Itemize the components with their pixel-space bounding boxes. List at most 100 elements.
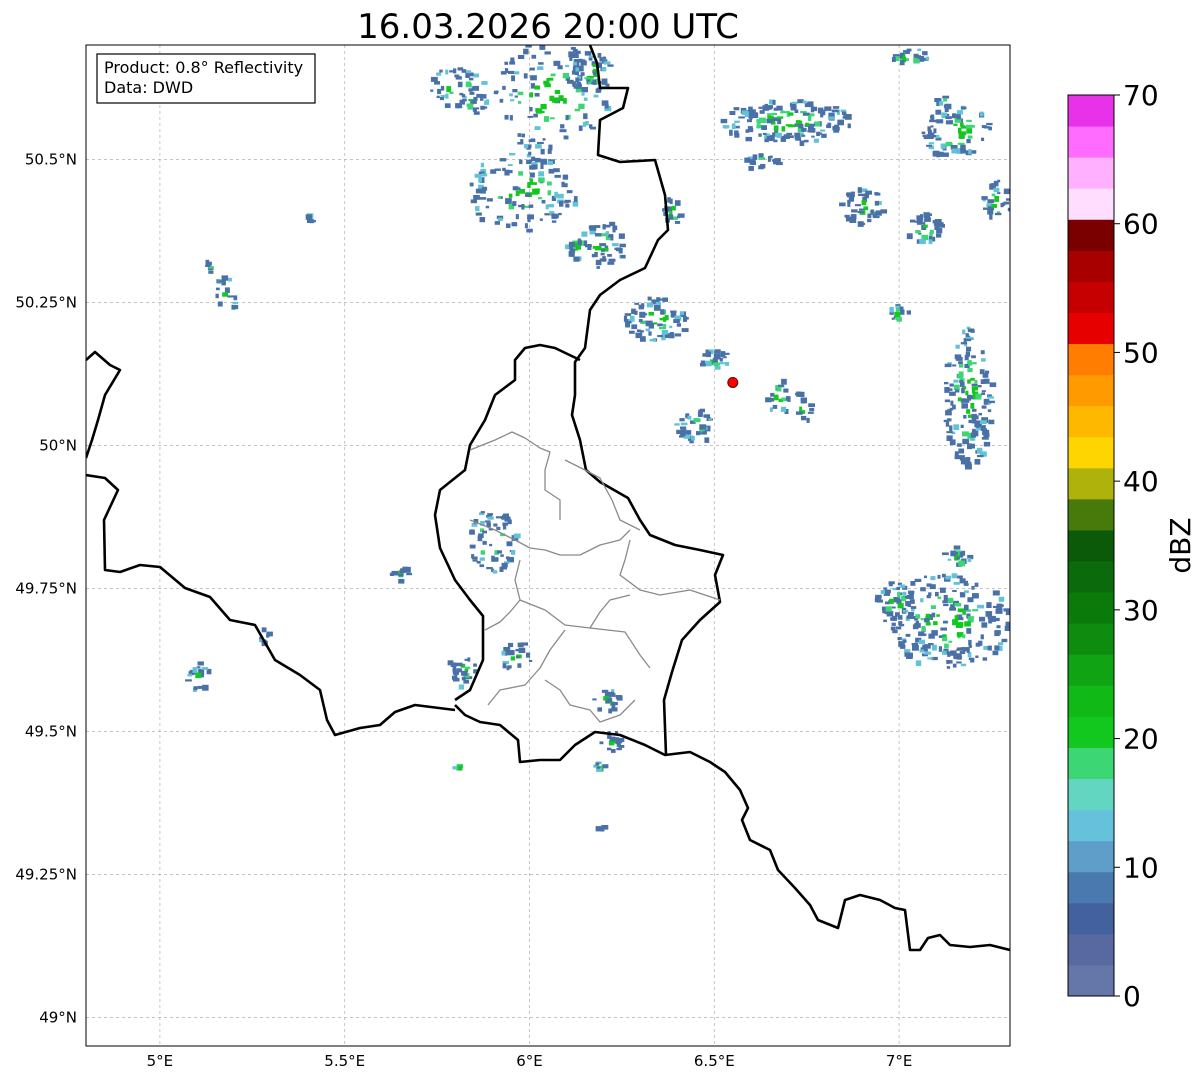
echo-cell: [1001, 638, 1008, 643]
echo-cell: [674, 221, 681, 224]
echo-cell: [978, 385, 982, 388]
echo-cell: [972, 593, 979, 599]
echo-cell: [553, 168, 560, 173]
echo-cell: [806, 417, 810, 423]
echo-cell: [634, 302, 639, 305]
echo-cell: [850, 191, 855, 198]
echo-cell: [499, 158, 507, 162]
echo-cell: [964, 621, 971, 627]
echo-cell: [785, 124, 793, 127]
echo-cell: [929, 231, 933, 236]
echo-cell: [459, 99, 465, 105]
echo-cell: [568, 241, 575, 247]
echo-cell: [991, 193, 996, 197]
echo-cell: [759, 110, 765, 114]
echo-cell: [475, 212, 482, 216]
echo-cell: [466, 70, 472, 74]
echo-cell: [508, 70, 515, 74]
echo-cell: [883, 619, 887, 622]
colorbar-label: dBZ: [1164, 517, 1197, 573]
radar-site-marker[interactable]: [727, 376, 739, 388]
echo-cell: [935, 222, 943, 228]
echo-cell: [897, 603, 904, 609]
echo-cell: [842, 116, 848, 119]
echo-cell: [940, 143, 946, 149]
echo-cell: [261, 627, 267, 633]
lat-tick-label: 49.75°N: [15, 579, 77, 597]
echo-cell: [988, 400, 995, 404]
echo-cell: [515, 190, 520, 196]
echo-cell: [640, 313, 648, 316]
echo-cell: [603, 61, 611, 65]
echo-cell: [802, 100, 807, 104]
echo-cell: [700, 363, 706, 367]
echo-cell: [979, 616, 986, 622]
echo-cell: [224, 287, 230, 293]
echo-cell: [767, 115, 774, 119]
echo-cell: [720, 118, 728, 124]
echo-cell: [980, 420, 987, 424]
echo-cell: [480, 98, 484, 101]
echo-cell: [581, 231, 588, 237]
echo-cell: [485, 205, 490, 209]
echo-cell: [584, 77, 590, 80]
echo-cell: [671, 205, 676, 211]
echo-cell: [944, 363, 952, 368]
echo-cell: [963, 590, 969, 593]
echo-cell: [783, 388, 789, 393]
echo-cell: [948, 640, 953, 643]
echo-cell: [648, 331, 652, 336]
echo-cell: [910, 219, 916, 223]
echo-cell: [989, 213, 993, 220]
echo-cell: [547, 181, 552, 186]
echo-cell: [896, 316, 902, 322]
echo-cell: [947, 418, 952, 422]
echo-cell: [215, 293, 219, 299]
echo-cell: [894, 312, 901, 317]
echo-cell: [616, 247, 621, 252]
echo-cell: [554, 174, 561, 178]
echo-cell: [921, 625, 926, 632]
echo-cell: [924, 651, 932, 655]
echo-cell: [479, 197, 487, 200]
echo-cell: [578, 103, 585, 109]
echo-cell: [480, 550, 485, 555]
echo-cell: [780, 111, 784, 114]
echo-cell: [944, 387, 950, 393]
echo-cell: [676, 429, 681, 435]
map-area[interactable]: [85, 41, 1013, 1047]
echo-cell: [781, 126, 786, 132]
echo-cell: [620, 254, 626, 259]
echo-cell: [760, 164, 766, 169]
echo-cell: [514, 95, 518, 98]
echo-cell: [538, 197, 543, 200]
echo-cell: [950, 604, 955, 608]
echo-cell: [981, 622, 988, 628]
echo-cell: [484, 100, 490, 105]
echo-cell: [497, 217, 503, 222]
echo-cell: [965, 398, 970, 403]
echo-cell: [497, 196, 501, 199]
echo-cell: [993, 180, 999, 187]
echo-cell: [960, 125, 966, 128]
echo-cell: [847, 123, 851, 129]
echo-cell: [456, 105, 463, 109]
echo-cell: [565, 64, 570, 68]
echo-cell: [473, 195, 480, 200]
colorbar-swatch: [1068, 871, 1114, 904]
colorbar-swatch: [1068, 592, 1114, 624]
echo-cell: [517, 133, 522, 137]
echo-cell: [611, 705, 616, 711]
echo-cell: [573, 196, 578, 202]
echo-cell: [980, 634, 984, 640]
echo-cell: [461, 69, 467, 73]
echo-cell: [510, 99, 515, 102]
echo-cell: [227, 295, 235, 298]
echo-cell: [667, 197, 671, 203]
echo-cell: [482, 530, 487, 534]
echo-cell: [446, 86, 452, 93]
echo-cell: [767, 113, 771, 116]
echo-cell: [857, 211, 864, 214]
echo-cell: [932, 220, 936, 224]
echo-cell: [944, 382, 949, 385]
